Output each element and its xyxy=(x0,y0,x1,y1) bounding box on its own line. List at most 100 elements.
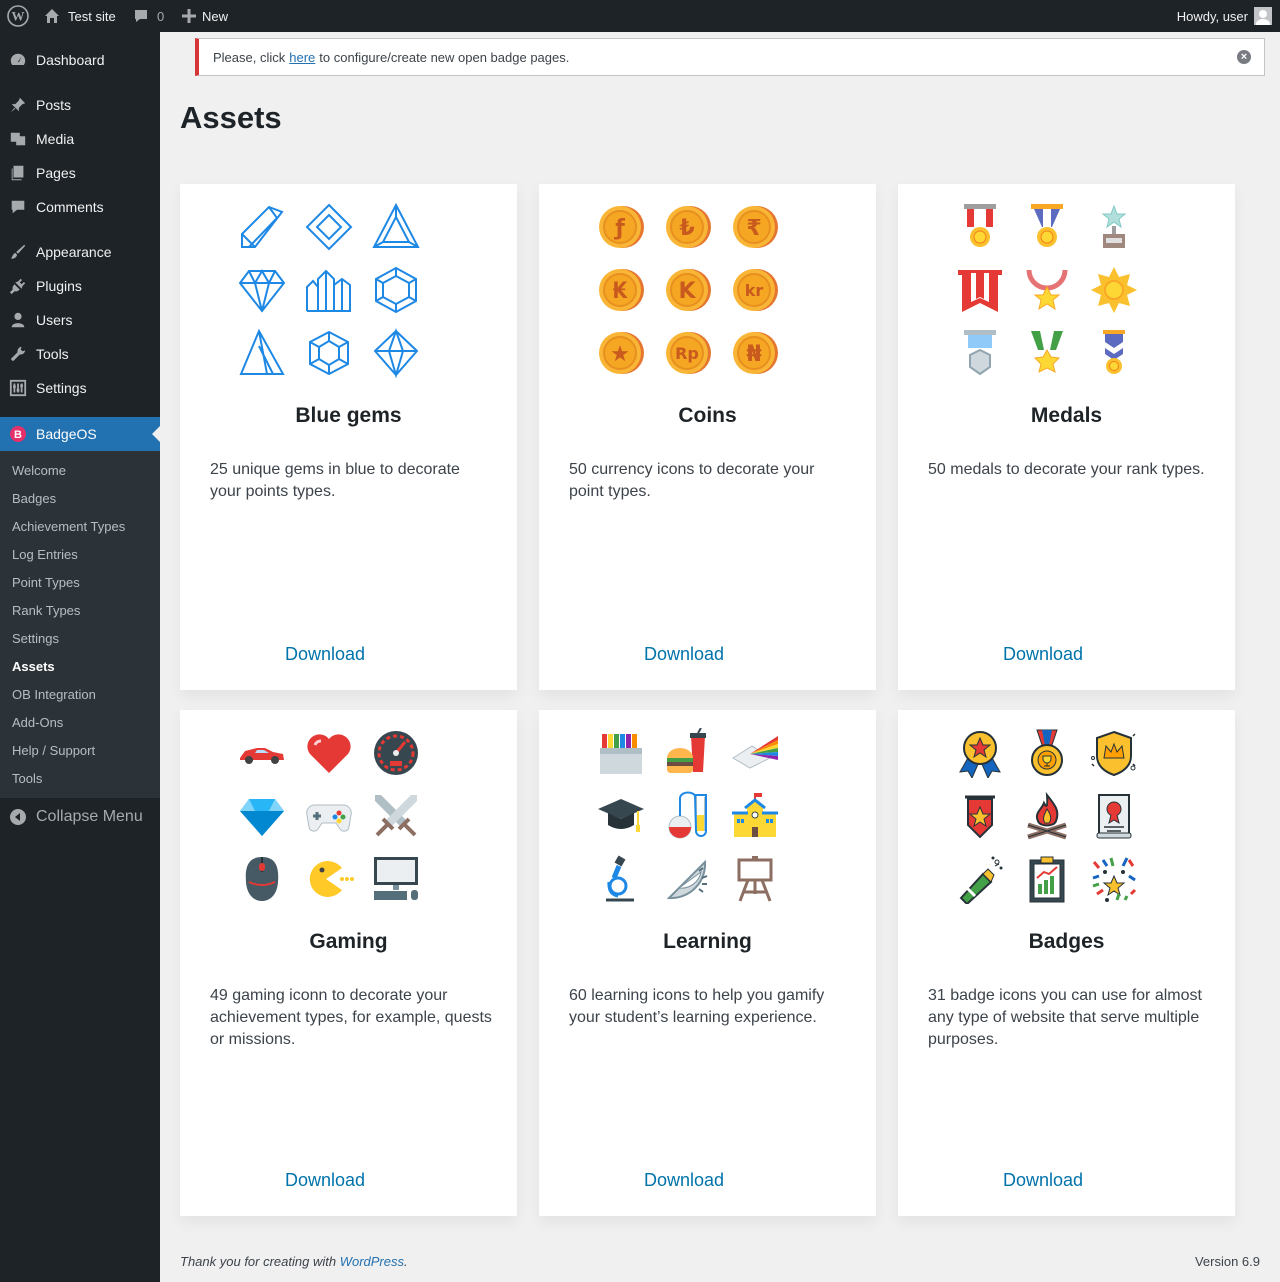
card-title: Learning xyxy=(663,930,752,953)
footer-thanks: Thank you for creating with WordPress. xyxy=(180,1254,408,1269)
gamepad-icon xyxy=(299,786,359,846)
gem-round-icon xyxy=(299,323,359,383)
users-icon xyxy=(0,311,36,329)
pennant-star-icon xyxy=(950,786,1010,846)
sidebar-item-users[interactable]: Users xyxy=(0,303,160,337)
gem-prism-icon xyxy=(232,197,292,257)
gaming-icons xyxy=(238,723,458,923)
coin-symbol: ₺ xyxy=(679,216,694,241)
plugin-icon xyxy=(0,277,36,295)
sidebar-item-posts[interactable]: Posts xyxy=(0,88,160,122)
sidebar-item-label: Appearance xyxy=(36,244,112,260)
sidebar-item-badgeos[interactable]: B BadgeOS xyxy=(0,417,160,451)
comment-bubble-icon xyxy=(135,10,147,22)
coin-icon: ₦ xyxy=(725,323,785,383)
submenu-item-tools[interactable]: Tools xyxy=(12,764,42,792)
sidebar-item-comments[interactable]: Comments xyxy=(0,190,160,224)
coin-symbol: ₹ xyxy=(746,216,761,241)
sidebar-item-label: Comments xyxy=(36,199,104,215)
coin-symbol: K xyxy=(678,279,696,304)
sidebar-item-label: Pages xyxy=(36,165,76,181)
submenu-item-rank-types[interactable]: Rank Types xyxy=(12,596,80,624)
footer-thanks-text: Thank you for creating with xyxy=(180,1254,337,1269)
submenu-item-welcome[interactable]: Welcome xyxy=(12,456,66,484)
school-building-icon xyxy=(725,786,785,846)
sidebar-item-settings[interactable]: Settings xyxy=(0,371,160,405)
medal-purple-ribbon-icon xyxy=(1084,323,1144,383)
account-menu[interactable]: Howdy, user xyxy=(1177,0,1272,32)
sidebar-item-appearance[interactable]: Appearance xyxy=(0,235,160,269)
dismiss-icon[interactable]: × xyxy=(1237,50,1251,64)
download-link[interactable]: Download xyxy=(898,1170,1188,1191)
sliders-icon xyxy=(0,379,36,397)
gem-brilliant-icon xyxy=(232,260,292,320)
clipboard-chart-icon xyxy=(1017,849,1077,909)
card-description: 60 learning icons to help you gamify you… xyxy=(569,987,825,1026)
certificate-scroll-icon xyxy=(1084,786,1144,846)
footer-wordpress-link[interactable]: WordPress xyxy=(340,1254,404,1269)
new-content-link[interactable]: New xyxy=(182,0,228,32)
sidebar-item-label: Plugins xyxy=(36,278,82,294)
sidebar-item-label: Settings xyxy=(36,380,87,396)
comments-link[interactable]: 0 xyxy=(133,0,164,32)
asset-card-gaming: Gaming 49 gaming iconn to decorate your … xyxy=(180,710,517,1216)
admin-notice: Please, click here to configure/create n… xyxy=(195,38,1265,76)
badgeos-submenu: Welcome Badges Achievement Types Log Ent… xyxy=(0,451,160,798)
notice-text-before: Please, click xyxy=(213,49,286,65)
collapse-menu-button[interactable]: Collapse Menu xyxy=(0,800,160,834)
sidebar-item-plugins[interactable]: Plugins xyxy=(0,269,160,303)
download-link[interactable]: Download xyxy=(898,644,1188,665)
sidebar-item-label: Tools xyxy=(36,346,69,362)
gem-triangle-icon xyxy=(366,197,426,257)
submenu-item-help-support[interactable]: Help / Support xyxy=(12,736,95,764)
submenu-item-settings[interactable]: Settings xyxy=(12,624,59,652)
gem-crystals-icon xyxy=(299,260,359,320)
medal-star-trophy-icon xyxy=(1084,197,1144,257)
avatar xyxy=(1254,7,1272,25)
sidebar-item-pages[interactable]: Pages xyxy=(0,156,160,190)
sidebar-item-dashboard[interactable]: Dashboard xyxy=(0,43,160,77)
champagne-icon xyxy=(950,849,1010,909)
asset-card-badges: Badges 31 badge icons you can use for al… xyxy=(898,710,1235,1216)
coin-icon: Rp xyxy=(658,323,718,383)
download-link[interactable]: Download xyxy=(180,644,470,665)
submenu-item-badges[interactable]: Badges xyxy=(12,484,56,512)
badge-icons xyxy=(956,723,1176,923)
coin-icon: ƒ xyxy=(591,197,651,257)
pin-icon xyxy=(0,96,36,114)
gem-hexagon-icon xyxy=(366,260,426,320)
card-description: 49 gaming iconn to decorate your achieve… xyxy=(210,987,492,1048)
card-title: Blue gems xyxy=(295,404,402,427)
download-link[interactable]: Download xyxy=(180,1170,470,1191)
sidebar-item-label: Media xyxy=(36,131,75,147)
collapse-arrow-icon xyxy=(0,808,36,826)
wordpress-logo-icon[interactable]: W xyxy=(7,0,29,32)
card-description: 31 badge icons you can use for almost an… xyxy=(928,987,1202,1048)
submenu-item-log-entries[interactable]: Log Entries xyxy=(12,540,78,568)
submenu-item-point-types[interactable]: Point Types xyxy=(12,568,80,596)
asset-card-blue-gems: Blue gems 25 unique gems in blue to deco… xyxy=(180,184,517,690)
submenu-item-assets[interactable]: Assets xyxy=(12,652,55,680)
sidebar-item-tools[interactable]: Tools xyxy=(0,337,160,371)
howdy-text: Howdy, user xyxy=(1176,8,1248,24)
coin-symbol: Rp xyxy=(675,344,699,363)
notice-link[interactable]: here xyxy=(289,50,315,65)
site-name-link[interactable]: Test site xyxy=(44,0,116,32)
graduation-cap-icon xyxy=(591,786,651,846)
race-car-icon xyxy=(232,723,292,783)
submenu-item-add-ons[interactable]: Add-Ons xyxy=(12,708,63,736)
confetti-icon xyxy=(1084,849,1144,909)
download-link[interactable]: Download xyxy=(539,1170,829,1191)
page-title: Assets xyxy=(180,100,282,135)
crossed-swords-icon xyxy=(366,786,426,846)
desktop-computer-icon xyxy=(366,849,426,909)
submenu-item-ob-integration[interactable]: OB Integration xyxy=(12,680,96,708)
home-icon xyxy=(45,9,59,23)
card-description: 50 medals to decorate your rank types. xyxy=(928,461,1205,478)
coin-symbol: kr xyxy=(745,281,764,300)
sidebar-item-media[interactable]: Media xyxy=(0,122,160,156)
download-link[interactable]: Download xyxy=(539,644,829,665)
footer-thanks-end: . xyxy=(404,1254,408,1269)
submenu-item-achievement-types[interactable]: Achievement Types xyxy=(12,512,125,540)
card-title: Coins xyxy=(678,404,737,427)
